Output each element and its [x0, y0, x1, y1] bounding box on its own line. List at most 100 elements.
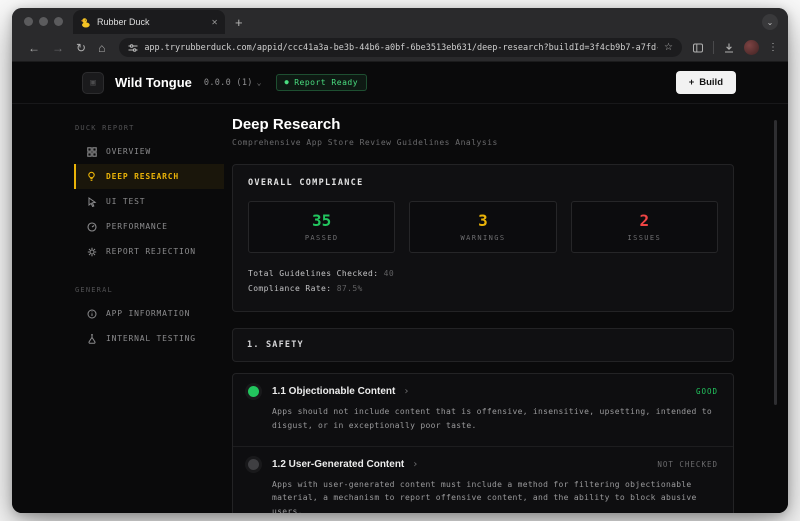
- performance-icon: [86, 221, 97, 232]
- sidebar-item-performance[interactable]: PERFORMANCE: [74, 214, 224, 239]
- guideline-item-user-generated-content[interactable]: 1.2 User-Generated Content › NOT CHECKED…: [233, 446, 733, 513]
- sidebar: DUCK REPORT OVERVIEW DEEP RESEARCH: [74, 104, 224, 513]
- page-title: Deep Research: [232, 116, 734, 133]
- sidebar-item-label: APP INFORMATION: [106, 309, 190, 318]
- guideline-status-badge: NOT CHECKED: [657, 460, 718, 469]
- duck-favicon-icon: [80, 17, 91, 28]
- chevron-right-icon: ›: [412, 459, 418, 470]
- guideline-header: 1.2 User-Generated Content › NOT CHECKED: [248, 459, 718, 470]
- app-body: DUCK REPORT OVERVIEW DEEP RESEARCH: [12, 104, 788, 513]
- url-bar[interactable]: app.tryrubberduck.com/appid/ccc41a3a-be3…: [119, 38, 682, 57]
- compliance-rate-label: Compliance Rate:: [248, 284, 331, 293]
- guideline-description: Apps should not include content that is …: [272, 405, 718, 432]
- app-name: Wild Tongue: [115, 75, 192, 90]
- total-guidelines-label: Total Guidelines Checked:: [248, 269, 378, 278]
- total-guidelines-line: Total Guidelines Checked: 40: [248, 266, 718, 281]
- browser-tab[interactable]: Rubber Duck ✕: [73, 10, 225, 34]
- compliance-rate-value: 87.5%: [337, 284, 363, 293]
- stat-card-warnings: 3 WARNINGS: [409, 201, 556, 253]
- deep-research-icon: [86, 171, 97, 182]
- tab-strip: Rubber Duck ✕ + ⌄: [12, 8, 788, 34]
- guideline-status-badge: GOOD: [696, 387, 718, 396]
- tab-organizer-icon[interactable]: [692, 42, 704, 54]
- report-ready-label: Report Ready: [294, 78, 358, 87]
- bookmark-star-icon[interactable]: ☆: [664, 42, 673, 53]
- sidebar-item-label: DEEP RESEARCH: [106, 172, 179, 181]
- sidebar-item-overview[interactable]: OVERVIEW: [74, 139, 224, 164]
- tab-search-button[interactable]: ⌄: [762, 14, 778, 30]
- overall-compliance-panel: OVERALL COMPLIANCE 35 PASSED 3 WARNINGS …: [232, 164, 734, 312]
- page-scrollbar[interactable]: [774, 120, 777, 405]
- guidelines-list: 1.1 Objectionable Content › GOOD Apps sh…: [232, 373, 734, 513]
- status-dot: [248, 459, 259, 470]
- tab-close-icon[interactable]: ✕: [211, 18, 218, 27]
- profile-avatar[interactable]: [744, 40, 759, 55]
- warnings-label: WARNINGS: [410, 234, 555, 242]
- toolbar-divider: [713, 41, 714, 54]
- app-icon: ▣: [82, 72, 104, 94]
- sidebar-item-app-information[interactable]: APP INFORMATION: [74, 301, 224, 326]
- download-icon[interactable]: [723, 42, 735, 54]
- passed-label: PASSED: [249, 234, 394, 242]
- sidebar-item-internal-testing[interactable]: INTERNAL TESTING: [74, 326, 224, 351]
- sidebar-section-general: GENERAL: [75, 286, 224, 294]
- stat-card-passed: 35 PASSED: [248, 201, 395, 253]
- internal-testing-icon: [86, 333, 97, 344]
- warnings-count: 3: [410, 211, 555, 230]
- compliance-heading: OVERALL COMPLIANCE: [248, 178, 718, 188]
- new-tab-button[interactable]: +: [235, 15, 243, 34]
- status-dot: [248, 386, 259, 397]
- browser-window: Rubber Duck ✕ + ⌄ ← → ↻ ⌂ app.tryrubberd…: [12, 8, 788, 513]
- page-subtitle: Comprehensive App Store Review Guideline…: [232, 138, 734, 147]
- home-icon[interactable]: ⌂: [98, 42, 105, 54]
- sidebar-item-label: OVERVIEW: [106, 147, 151, 156]
- window-zoom-button[interactable]: [54, 17, 63, 26]
- window-minimize-button[interactable]: [39, 17, 48, 26]
- browser-menu-icon[interactable]: ⋮: [768, 42, 778, 53]
- app-header: ▣ Wild Tongue 0.0.0 (1) ⌄ ● Report Ready…: [12, 62, 788, 104]
- plus-icon: +: [689, 77, 695, 88]
- passed-count: 35: [249, 211, 394, 230]
- guideline-header: 1.1 Objectionable Content › GOOD: [248, 386, 718, 397]
- issues-label: ISSUES: [572, 234, 717, 242]
- build-button[interactable]: + Build: [676, 71, 736, 94]
- url-text[interactable]: app.tryrubberduck.com/appid/ccc41a3a-be3…: [144, 43, 658, 53]
- chevron-right-icon: ›: [403, 386, 409, 397]
- chevron-down-icon[interactable]: ⌄: [257, 78, 262, 87]
- reload-icon[interactable]: ↻: [76, 42, 86, 54]
- back-icon[interactable]: ←: [28, 42, 40, 54]
- issues-count: 2: [572, 211, 717, 230]
- compliance-totals: Total Guidelines Checked: 40 Compliance …: [248, 266, 718, 296]
- tab-title: Rubber Duck: [97, 17, 205, 27]
- status-dot-icon: ●: [285, 79, 290, 86]
- report-ready-badge: ● Report Ready: [276, 74, 368, 91]
- sidebar-section-duck-report: DUCK REPORT: [75, 124, 224, 132]
- main-content: Deep Research Comprehensive App Store Re…: [232, 104, 734, 513]
- sidebar-item-label: PERFORMANCE: [106, 222, 168, 231]
- window-close-button[interactable]: [24, 17, 33, 26]
- report-rejection-icon: [86, 246, 97, 257]
- version-selector[interactable]: 0.0.0 (1): [204, 78, 253, 88]
- sidebar-item-label: UI TEST: [106, 197, 145, 206]
- overview-icon: [86, 146, 97, 157]
- sidebar-item-label: REPORT REJECTION: [106, 247, 196, 256]
- traffic-lights: [12, 8, 73, 34]
- ui-test-icon: [86, 196, 97, 207]
- toolbar-right-cluster: ⋮: [692, 40, 778, 55]
- page-content: ▣ Wild Tongue 0.0.0 (1) ⌄ ● Report Ready…: [12, 62, 788, 513]
- total-guidelines-value: 40: [384, 269, 394, 278]
- compliance-rate-line: Compliance Rate: 87.5%: [248, 281, 718, 296]
- sidebar-item-label: INTERNAL TESTING: [106, 334, 196, 343]
- guideline-title: 1.1 Objectionable Content: [272, 386, 395, 397]
- stat-card-issues: 2 ISSUES: [571, 201, 718, 253]
- guideline-title: 1.2 User-Generated Content: [272, 459, 404, 470]
- sidebar-item-report-rejection[interactable]: REPORT REJECTION: [74, 239, 224, 264]
- sidebar-item-deep-research[interactable]: DEEP RESEARCH: [74, 164, 224, 189]
- forward-icon[interactable]: →: [52, 42, 64, 54]
- build-button-label: Build: [699, 77, 723, 88]
- sidebar-item-ui-test[interactable]: UI TEST: [74, 189, 224, 214]
- section-heading-safety: 1. SAFETY: [232, 328, 734, 362]
- site-settings-icon[interactable]: [128, 43, 138, 53]
- guideline-description: Apps with user-generated content must in…: [272, 478, 718, 513]
- guideline-item-objectionable-content[interactable]: 1.1 Objectionable Content › GOOD Apps sh…: [233, 374, 733, 445]
